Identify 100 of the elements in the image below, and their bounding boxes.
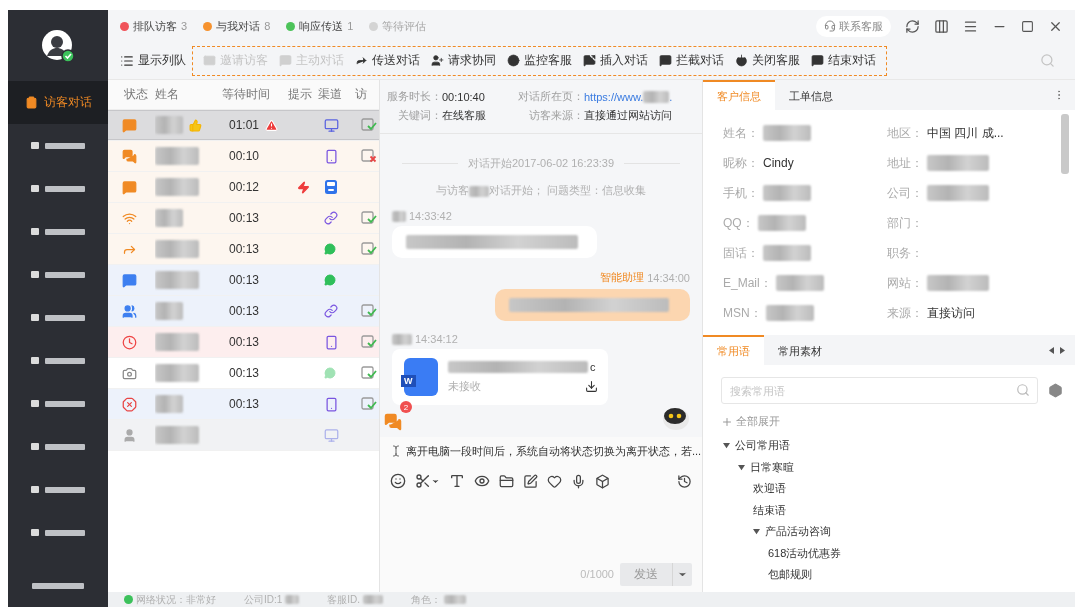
heart-icon[interactable] [547, 473, 562, 489]
info-value: 00:10:40 [442, 89, 486, 104]
info-label: 关键词： [397, 108, 442, 123]
nav-item[interactable]: 访客对话 [8, 81, 108, 124]
clipboard-icon [24, 96, 38, 109]
info-value: 直接通过网站访问 [584, 108, 673, 123]
visitor-row[interactable]: 00:13 [108, 389, 379, 420]
field-label: 职务： [887, 244, 923, 262]
role-label: 角色： [411, 592, 467, 607]
toolbar-button[interactable]: 插入对话 [583, 52, 648, 69]
visitor-row[interactable]: 00:12 [108, 172, 379, 203]
show-queue-button[interactable]: 显示列队 [120, 52, 186, 69]
cube-icon[interactable] [595, 473, 610, 489]
wait-time: 00:13 [229, 397, 260, 411]
redacted-name [155, 209, 183, 227]
field-label: 来源： [887, 304, 923, 322]
forward-arrow-icon [355, 54, 368, 67]
redacted-name [155, 333, 199, 351]
microphone-icon[interactable] [571, 473, 586, 489]
caret-down-icon[interactable] [738, 463, 745, 471]
redacted-name [155, 178, 199, 196]
info-label: 对话所在页： [517, 89, 584, 104]
queue-tab[interactable]: 排队访客 3 [120, 18, 188, 34]
file-status: 未接收 [448, 378, 481, 394]
system-message: 与访客 对话开始； 问题类型：信息收集 [434, 183, 648, 198]
history-icon[interactable] [677, 473, 692, 489]
agent-id: 客服ID. [327, 592, 384, 607]
visitor-row[interactable]: 00:10 [108, 141, 379, 172]
tab[interactable]: 工单信息 [775, 80, 847, 110]
visitor-row[interactable]: 00:13 [108, 203, 379, 234]
list-icon [120, 53, 134, 68]
phrase-item[interactable]: 包邮规则 [768, 567, 812, 583]
redacted-name [155, 395, 183, 413]
word-file-icon: W [404, 358, 438, 396]
phrase-item[interactable]: 结束语 [753, 502, 786, 518]
visitor-row[interactable]: 00:13 [108, 296, 379, 327]
settings-icon[interactable] [1048, 383, 1063, 398]
redacted-name [155, 116, 183, 134]
toolbar-button[interactable]: 请求协同 [431, 52, 496, 69]
avatar-icon[interactable] [41, 28, 75, 63]
page-link[interactable]: https://www. . [584, 89, 694, 104]
field-label: QQ： [723, 214, 754, 232]
column-header: 提示 [288, 86, 313, 103]
toolbar-button[interactable]: 关闭客服 [735, 52, 800, 69]
text-cursor-icon [390, 445, 402, 457]
user-plus-icon [431, 54, 444, 67]
field-value: 直接访问 [927, 304, 975, 322]
folder-item[interactable]: 日常寒暄 [750, 459, 794, 475]
toolbar-button[interactable]: 监控客服 [507, 52, 572, 69]
phrase-item[interactable]: 欢迎语 [753, 481, 786, 497]
scissors-icon[interactable] [415, 473, 431, 489]
folder-item[interactable]: 产品活动咨询 [765, 524, 831, 540]
visitor-row[interactable]: 00:13 [108, 265, 379, 296]
column-header: 等待时间 [222, 86, 271, 103]
scroll-right-icon[interactable] [1060, 346, 1065, 354]
field-label: E_Mail： [723, 274, 772, 292]
tab[interactable]: 常用素材 [764, 335, 836, 365]
redacted-name [392, 210, 406, 222]
folder-item[interactable]: 公司常用语 [735, 438, 790, 454]
folder-icon[interactable] [499, 473, 514, 489]
info-label: 访客来源： [528, 108, 584, 123]
wait-time: 00:10 [229, 149, 260, 163]
headset-icon [824, 20, 836, 32]
contact-support-button[interactable]: 联系客服 [816, 15, 891, 37]
download-icon[interactable] [585, 379, 598, 393]
wait-time: 00:13 [229, 242, 260, 256]
field-label: 固话： [723, 244, 759, 262]
font-icon[interactable] [449, 473, 465, 489]
scroll-left-icon[interactable] [1049, 346, 1054, 354]
robot-icon[interactable] [662, 405, 690, 431]
message-time: 14:34:12 [415, 333, 458, 345]
field-label: 网站： [887, 274, 923, 292]
toolbar-button[interactable]: 传送对话 [355, 52, 420, 69]
field-value: 中国 四川 成... [927, 124, 1004, 142]
caret-down-icon[interactable] [723, 442, 730, 450]
field-label: 地址： [887, 154, 923, 172]
queue-tab[interactable]: 响应传送 1 [286, 18, 354, 34]
queue-tab[interactable]: 与我对话 8 [203, 18, 271, 34]
field-label: 部门： [887, 214, 923, 232]
refresh-icon[interactable] [905, 18, 920, 34]
visitor-row[interactable]: 00:13 [108, 327, 379, 358]
visitor-row[interactable]: 00:13 [108, 234, 379, 265]
toolbar-button[interactable]: 拦截对话 [659, 52, 724, 69]
input-hint: 离开电脑一段时间后，系统自动将状态切换为离开状态，若... [406, 443, 702, 459]
emoji-icon[interactable] [390, 473, 406, 489]
columns-icon[interactable] [934, 18, 949, 34]
wait-time: 00:13 [229, 273, 260, 287]
visitor-row[interactable]: 01:01 [108, 110, 379, 141]
wait-time: 00:13 [229, 335, 260, 349]
menu-icon[interactable] [963, 18, 978, 34]
maximize-icon[interactable] [1021, 19, 1034, 33]
field-label: 地区： [887, 124, 923, 142]
redacted-name [392, 333, 412, 345]
edit-icon[interactable] [523, 473, 538, 489]
phrase-item[interactable]: 618活动优惠券 [768, 545, 842, 561]
toolbar-button[interactable]: 结束对话 [811, 52, 876, 69]
scrollbar-thumb[interactable] [1061, 114, 1069, 174]
chat-icon [279, 54, 292, 67]
caret-down-icon[interactable] [753, 528, 760, 536]
eye-icon[interactable] [474, 473, 490, 489]
